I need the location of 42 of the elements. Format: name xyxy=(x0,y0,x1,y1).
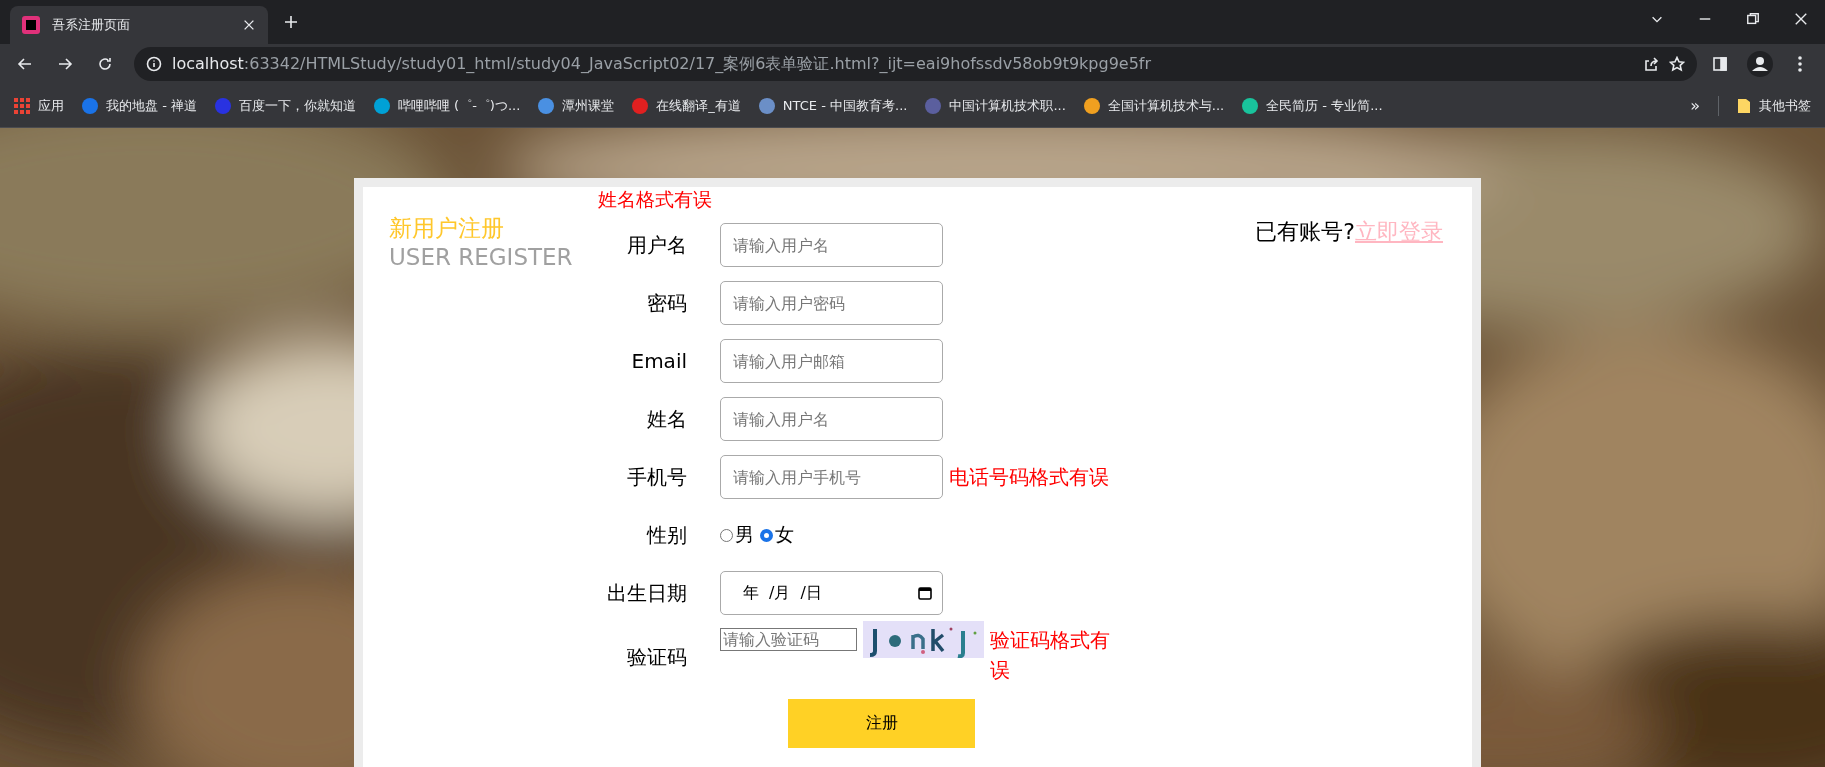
bookmark[interactable]: NTCE - 中国教育考... xyxy=(758,96,908,115)
back-arrow-icon xyxy=(17,56,33,72)
bookmark[interactable]: 全国计算机技术与... xyxy=(1083,96,1225,115)
bookmark-label: 应用 xyxy=(38,96,64,115)
close-icon xyxy=(242,18,256,32)
reload-icon xyxy=(97,56,113,72)
info-icon xyxy=(146,56,162,72)
bookmark-label: 全民简历 - 专业简... xyxy=(1266,96,1383,115)
plus-icon xyxy=(283,14,299,30)
bookmark[interactable]: 其他书签 xyxy=(1737,96,1811,115)
bookmark-label: 其他书签 xyxy=(1759,96,1811,115)
menu-icon[interactable] xyxy=(1798,56,1802,72)
share-icon xyxy=(1643,56,1659,72)
bookmark-label: 全国计算机技术与... xyxy=(1107,96,1225,115)
side-panel-icon xyxy=(1712,56,1728,72)
app-logo-icon xyxy=(22,16,40,34)
star-icon xyxy=(1669,56,1685,72)
bookmark[interactable]: 在线翻译_有道 xyxy=(632,96,741,115)
folder-icon xyxy=(1737,97,1751,114)
browser-tab[interactable]: 吾系注册页面 xyxy=(10,6,268,44)
bookmark-label: NTCE - 中国教育考... xyxy=(782,96,908,115)
more-bookmarks[interactable]: » xyxy=(1690,96,1700,115)
bookmark[interactable]: 全民简历 - 专业简... xyxy=(1242,96,1383,115)
bookmark-label: 潭州课堂 xyxy=(562,96,615,115)
url-text: localhost:63342/HTMLStudy/study01_html/study04_JavaScript02/17_案例6表单验证.html?_ijt=eai9hofssdv58ob9t9kpg9e5fr xyxy=(172,53,1153,75)
forward-arrow-icon xyxy=(57,56,73,72)
bookmark[interactable]: 中国计算机技术职... xyxy=(925,96,1066,115)
bookmark-label: 哔哩哔哩 (゜-゜)つ... xyxy=(397,96,521,115)
bookmark[interactable]: 潭州课堂 xyxy=(538,96,615,115)
bookmark[interactable]: 哔哩哔哩 (゜-゜)つ... xyxy=(373,96,521,115)
bookmark[interactable]: 百度一下，你就知道 xyxy=(214,96,356,115)
bookmark[interactable]: 应用 xyxy=(14,96,64,115)
bookmark-label: 我的地盘 - 禅道 xyxy=(106,96,197,115)
restore-icon xyxy=(1746,12,1760,26)
close-icon xyxy=(1794,12,1808,26)
address-bar[interactable]: localhost:63342/HTMLStudy/study01_html/study04_JavaScript02/17_案例6表单验证.html?_ijt=eai9hofssdv58ob9t9kpg9e5fr xyxy=(134,47,1697,81)
bookmark-label: 百度一下，你就知道 xyxy=(238,96,356,115)
bookmark-label: 在线翻译_有道 xyxy=(656,96,741,115)
bookmark-label: 中国计算机技术职... xyxy=(949,96,1066,115)
tab-title: 吾系注册页面 xyxy=(52,16,131,34)
profile-icon[interactable] xyxy=(1747,51,1773,77)
bookmark[interactable]: 我的地盘 - 禅道 xyxy=(82,96,197,115)
